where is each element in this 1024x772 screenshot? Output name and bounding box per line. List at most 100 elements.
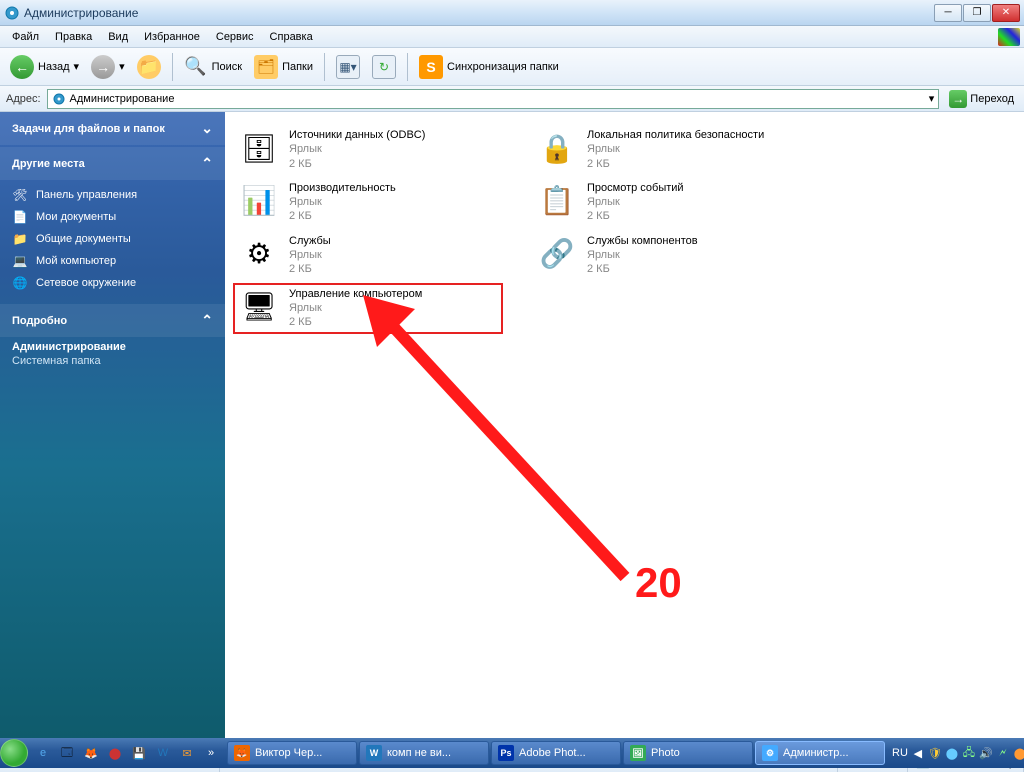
views-button[interactable]: ▦▾	[332, 53, 364, 81]
file-name: Службы компонентов	[587, 234, 698, 248]
refresh-button[interactable]: ↻	[368, 53, 400, 81]
tray-icon[interactable]: ⬤	[1013, 746, 1024, 760]
dropdown-icon: ▾	[74, 60, 80, 73]
ql-mail-icon[interactable]: ✉	[176, 742, 198, 764]
separator	[172, 53, 173, 81]
file-type: Ярлык	[587, 195, 684, 209]
file-icon: 🖥	[239, 287, 279, 327]
taskbar-task[interactable]: 🦊Виктор Чер...	[227, 741, 357, 765]
tray-battery-icon[interactable]: 🗲	[996, 746, 1010, 760]
file-icon: 📋	[537, 181, 577, 221]
go-icon: →	[949, 90, 967, 108]
folders-button[interactable]: 🗂 Папки	[250, 53, 317, 81]
back-icon: ←	[10, 55, 34, 79]
windows-flag-icon[interactable]	[998, 28, 1020, 46]
file-name: Службы	[289, 234, 331, 248]
sidebar-place-item[interactable]: 🌐Сетевое окружение	[12, 272, 225, 294]
forward-button[interactable]: → ▾	[87, 53, 129, 81]
task-icon: ⚙	[762, 745, 778, 761]
tray-volume-icon[interactable]: 🔊	[979, 746, 993, 760]
ql-firefox-icon[interactable]: 🦊	[80, 742, 102, 764]
close-button[interactable]: ✕	[992, 4, 1020, 22]
file-size: 2 КБ	[289, 209, 396, 223]
start-button[interactable]	[0, 738, 28, 768]
place-icon: 💻	[12, 253, 28, 269]
taskbar-task[interactable]: 🖼Photo	[623, 741, 753, 765]
file-name: Локальная политика безопасности	[587, 128, 764, 142]
minimize-button[interactable]: ─	[934, 4, 962, 22]
sync-label: Синхронизация папки	[447, 61, 559, 73]
search-button[interactable]: 🔍 Поиск	[180, 53, 246, 81]
file-item[interactable]: 📋 Просмотр событий Ярлык 2 КБ	[531, 177, 801, 228]
tray-icon[interactable]: ⬤	[945, 746, 959, 760]
file-item[interactable]: 🗄 Источники данных (ODBC) Ярлык 2 КБ	[233, 124, 503, 175]
up-button[interactable]: 📁	[133, 53, 165, 81]
file-icon: 🔒	[537, 128, 577, 168]
ql-desktop-icon[interactable]: 🗔	[56, 742, 78, 764]
place-icon: 🌐	[12, 275, 28, 291]
address-value: Администрирование	[70, 93, 175, 105]
taskbar-task[interactable]: Wкомп не ви...	[359, 741, 489, 765]
file-icon: 📊	[239, 181, 279, 221]
file-type: Ярлык	[289, 301, 422, 315]
taskbar-task[interactable]: PsAdobe Phot...	[491, 741, 621, 765]
go-button[interactable]: → Переход	[945, 89, 1018, 109]
window-controls: ─ ❐ ✕	[934, 4, 1020, 22]
file-item[interactable]: ⚙ Службы Ярлык 2 КБ	[233, 230, 503, 281]
menu-service[interactable]: Сервис	[208, 29, 262, 45]
ql-app-icon[interactable]: ⬤	[104, 742, 126, 764]
file-type: Ярлык	[289, 142, 425, 156]
file-name: Производительность	[289, 181, 396, 195]
file-item[interactable]: 🖥 Управление компьютером Ярлык 2 КБ	[233, 283, 503, 334]
menu-edit[interactable]: Правка	[47, 29, 100, 45]
file-icon: 🗄	[239, 128, 279, 168]
sidebar-places-header[interactable]: Другие места ⌃	[0, 147, 225, 180]
task-label: Adobe Phot...	[519, 747, 586, 759]
tray-shield-icon[interactable]: 🛡	[928, 746, 942, 760]
ql-ie-icon[interactable]: e	[32, 742, 54, 764]
sidebar-place-item[interactable]: 📄Мои документы	[12, 206, 225, 228]
address-icon	[52, 92, 66, 106]
sidebar-place-item[interactable]: 🛠Панель управления	[12, 184, 225, 206]
file-item[interactable]: 🔒 Локальная политика безопасности Ярлык …	[531, 124, 801, 175]
file-name: Управление компьютером	[289, 287, 422, 301]
maximize-button[interactable]: ❐	[963, 4, 991, 22]
place-icon: 🛠	[12, 187, 28, 203]
menu-help[interactable]: Справка	[262, 29, 321, 45]
file-size: 2 КБ	[289, 262, 331, 276]
menu-file[interactable]: Файл	[4, 29, 47, 45]
search-icon: 🔍	[184, 55, 208, 79]
address-input[interactable]: Администрирование ▾	[47, 89, 940, 109]
file-item[interactable]: 🔗 Службы компонентов Ярлык 2 КБ	[531, 230, 801, 281]
ql-save-icon[interactable]: 💾	[128, 742, 150, 764]
task-icon: 🦊	[234, 745, 250, 761]
tray-lang[interactable]: RU	[892, 747, 908, 759]
ql-word-icon[interactable]: W	[152, 742, 174, 764]
tray-network-icon[interactable]: 🖧	[962, 746, 976, 760]
sidebar-tasks-header[interactable]: Задачи для файлов и папок ⌄	[0, 112, 225, 145]
sidebar-place-item[interactable]: 💻Мой компьютер	[12, 250, 225, 272]
taskbar-task[interactable]: ⚙Администр...	[755, 741, 885, 765]
titlebar: Администрирование ─ ❐ ✕	[0, 0, 1024, 26]
sidebar-details-header[interactable]: Подробно ⌃	[0, 304, 225, 337]
sidebar-place-item[interactable]: 📁Общие документы	[12, 228, 225, 250]
quick-launch: e 🗔 🦊 ⬤ 💾 W ✉ »	[28, 742, 226, 764]
menu-view[interactable]: Вид	[100, 29, 136, 45]
dropdown-icon[interactable]: ▾	[929, 92, 935, 105]
app-icon	[4, 5, 20, 21]
file-name: Источники данных (ODBC)	[289, 128, 425, 142]
details-title: Администрирование	[0, 337, 225, 355]
file-item[interactable]: 📊 Производительность Ярлык 2 КБ	[233, 177, 503, 228]
task-label: комп не ви...	[387, 747, 451, 759]
chevron-down-icon: ⌄	[201, 120, 213, 137]
ql-expand-icon[interactable]: »	[200, 742, 222, 764]
addressbar: Адрес: Администрирование ▾ → Переход	[0, 86, 1024, 112]
details-subtitle: Системная папка	[0, 355, 225, 367]
back-button[interactable]: ← Назад ▾	[6, 53, 83, 81]
refresh-icon: ↻	[372, 55, 396, 79]
menu-favorites[interactable]: Избранное	[136, 29, 208, 45]
tray-icon[interactable]: ◀	[911, 746, 925, 760]
forward-icon: →	[91, 55, 115, 79]
sync-button[interactable]: S Синхронизация папки	[415, 53, 563, 81]
address-label: Адрес:	[6, 93, 41, 105]
